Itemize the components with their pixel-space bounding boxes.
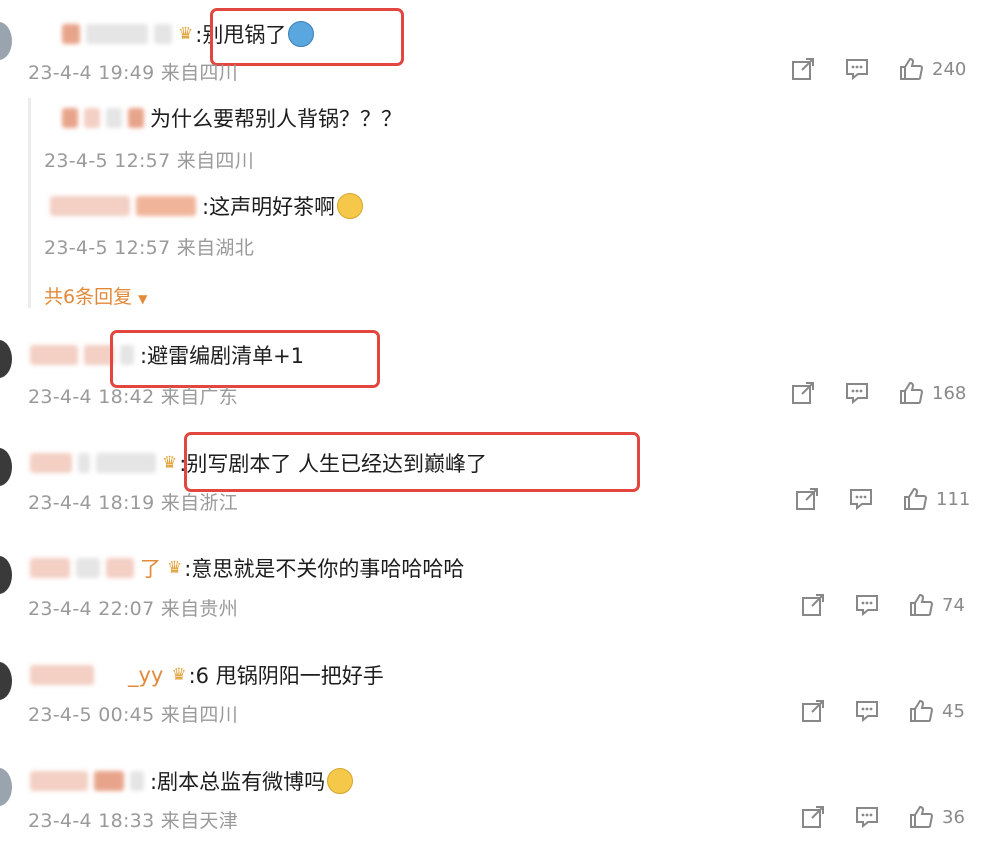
username-blurred[interactable] bbox=[106, 558, 134, 578]
share-icon[interactable] bbox=[800, 592, 826, 618]
avatar[interactable] bbox=[0, 340, 12, 378]
share-icon[interactable] bbox=[800, 804, 826, 830]
share-icon[interactable] bbox=[790, 56, 816, 82]
username-blurred[interactable] bbox=[62, 108, 78, 128]
comment-icon[interactable] bbox=[844, 380, 870, 406]
thumbs-up-icon[interactable] bbox=[898, 56, 924, 82]
username-blurred[interactable] bbox=[30, 345, 78, 365]
highlight-box bbox=[184, 432, 640, 492]
username-suffix[interactable]: _yy bbox=[128, 663, 163, 687]
username-suffix[interactable]: 了 bbox=[140, 553, 161, 583]
comment-meta: 23-4-4 22:07 来自贵州 bbox=[28, 598, 238, 620]
expand-label: 共6条回复 bbox=[44, 286, 133, 308]
username-blurred[interactable] bbox=[106, 108, 122, 128]
comment-text: :剧本总监有微博吗 bbox=[150, 770, 326, 794]
username-blurred[interactable] bbox=[84, 108, 100, 128]
comment-meta: 23-4-4 18:42 来自广东 bbox=[28, 386, 238, 408]
thumbs-up-icon[interactable] bbox=[908, 698, 934, 724]
username-blurred[interactable] bbox=[30, 771, 88, 791]
crown-badge-icon: ♛ bbox=[178, 24, 194, 44]
highlight-box bbox=[110, 330, 380, 388]
like-count: 45 bbox=[942, 700, 965, 722]
comment-meta: 23-4-4 18:19 来自浙江 bbox=[28, 492, 238, 514]
username-blurred[interactable] bbox=[50, 196, 130, 216]
username-blurred[interactable] bbox=[136, 196, 196, 216]
comment-icon[interactable] bbox=[854, 592, 880, 618]
comment-icon[interactable] bbox=[844, 56, 870, 82]
crown-badge-icon: ♛ bbox=[162, 453, 178, 473]
comment-text: :意思就是不关你的事哈哈哈哈 bbox=[184, 557, 465, 581]
comment-meta: 23-4-5 00:45 来自四川 bbox=[28, 704, 238, 726]
username-blurred bbox=[154, 24, 172, 44]
reply-text: :这声明好茶啊 bbox=[202, 195, 336, 219]
comment-text: :6 甩锅阴阳一把好手 bbox=[188, 664, 384, 688]
avatar[interactable] bbox=[0, 22, 12, 60]
reply-meta: 23-4-5 12:57 来自湖北 bbox=[44, 237, 254, 259]
like-count: 74 bbox=[942, 594, 965, 616]
avatar[interactable] bbox=[0, 768, 12, 806]
username-blurred[interactable] bbox=[76, 558, 100, 578]
avatar[interactable] bbox=[0, 448, 12, 486]
triangle-down-icon: ▼ bbox=[138, 292, 148, 306]
username-blurred[interactable] bbox=[128, 108, 144, 128]
share-icon[interactable] bbox=[794, 486, 820, 512]
username-blurred[interactable] bbox=[94, 771, 124, 791]
username-blurred bbox=[130, 771, 144, 791]
username-blurred[interactable] bbox=[30, 453, 72, 473]
reply-thread-bar bbox=[28, 98, 31, 308]
highlight-box bbox=[210, 8, 404, 66]
share-icon[interactable] bbox=[790, 380, 816, 406]
like-count: 36 bbox=[942, 806, 965, 828]
thumbs-up-icon[interactable] bbox=[908, 592, 934, 618]
reply-text: 为什么要帮别人背锅？？？ bbox=[150, 107, 402, 131]
username-blurred bbox=[96, 453, 156, 473]
reply-meta: 23-4-5 12:57 来自四川 bbox=[44, 150, 254, 172]
avatar[interactable] bbox=[0, 556, 12, 594]
like-count: 111 bbox=[936, 488, 971, 510]
comment-icon[interactable] bbox=[854, 698, 880, 724]
username-blurred[interactable] bbox=[30, 558, 70, 578]
username-blurred[interactable] bbox=[86, 24, 148, 44]
comment-icon[interactable] bbox=[848, 486, 874, 512]
avatar[interactable] bbox=[0, 662, 12, 700]
comment-meta: 23-4-4 18:33 来自天津 bbox=[28, 810, 238, 832]
smile-emoji-icon bbox=[327, 768, 354, 794]
username-blurred[interactable] bbox=[62, 24, 80, 44]
like-count: 168 bbox=[932, 382, 967, 404]
share-icon[interactable] bbox=[800, 698, 826, 724]
crown-badge-icon: ♛ bbox=[171, 665, 187, 685]
thumbs-up-icon[interactable] bbox=[898, 380, 924, 406]
username-blurred[interactable] bbox=[78, 453, 90, 473]
comment-icon[interactable] bbox=[854, 804, 880, 830]
like-count: 240 bbox=[932, 58, 967, 80]
comment-meta: 23-4-4 19:49 来自四川 bbox=[28, 62, 238, 84]
thumbs-up-icon[interactable] bbox=[908, 804, 934, 830]
crown-badge-icon: ♛ bbox=[167, 558, 183, 578]
thumbs-up-icon[interactable] bbox=[902, 486, 928, 512]
username-blurred[interactable] bbox=[30, 665, 94, 685]
laughing-emoji-icon bbox=[337, 193, 364, 219]
expand-replies-link[interactable]: 共6条回复 ▼ bbox=[44, 282, 147, 309]
